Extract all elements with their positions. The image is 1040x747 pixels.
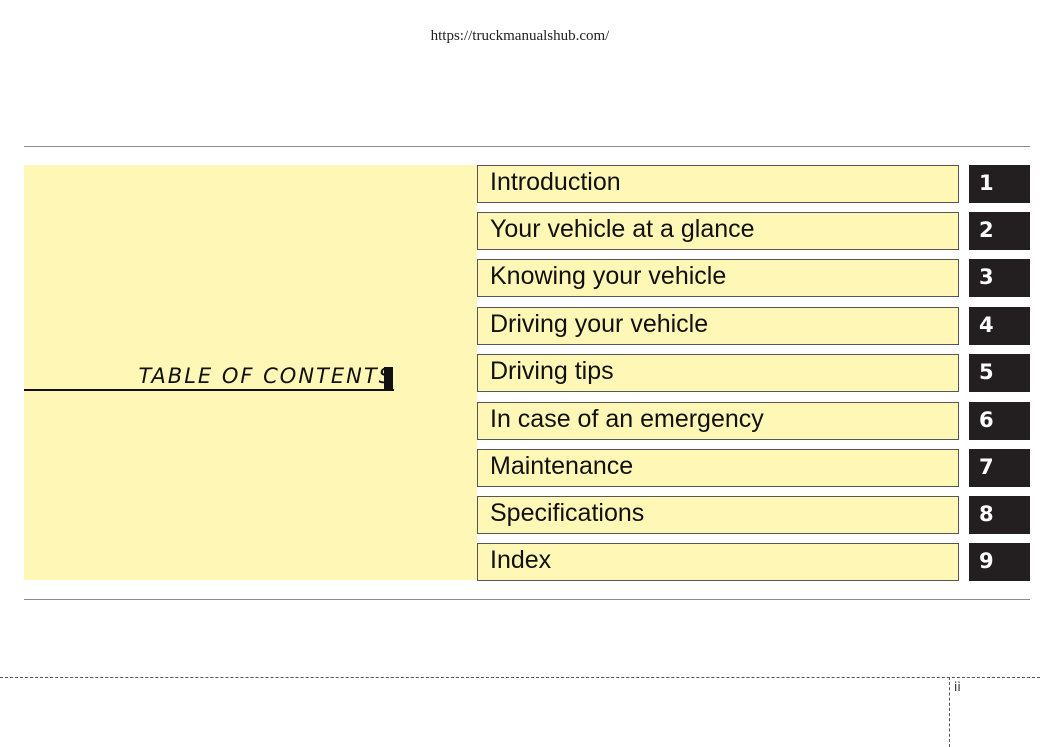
toc-item-box[interactable]: Driving your vehicle: [477, 307, 959, 345]
top-divider: [24, 146, 1030, 147]
toc-item-box[interactable]: Introduction: [477, 165, 959, 203]
toc-item-box[interactable]: Knowing your vehicle: [477, 259, 959, 297]
footer-dashed-separator: [949, 677, 950, 747]
toc-item-box[interactable]: Specifications: [477, 496, 959, 534]
chapter-number: 1: [979, 171, 994, 195]
chapter-tab[interactable]: 9: [969, 543, 1030, 581]
toc-item-introduction[interactable]: Introduction 1: [477, 165, 1030, 203]
chapter-tab[interactable]: 5: [969, 354, 1030, 392]
toc-item-label: In case of an emergency: [490, 405, 764, 433]
chapter-tab[interactable]: 3: [969, 259, 1030, 297]
toc-item-label: Driving your vehicle: [490, 310, 709, 338]
toc-item-label: Your vehicle at a glance: [490, 215, 755, 243]
toc-item-label: Maintenance: [490, 452, 634, 480]
chapter-number: 5: [979, 360, 994, 384]
toc-item-box[interactable]: Index: [477, 543, 959, 581]
toc-item-driving-your-vehicle[interactable]: Driving your vehicle 4: [477, 307, 1030, 345]
toc-heading-underline: TABLE OF CONTENTS: [24, 361, 394, 391]
toc-title-panel: TABLE OF CONTENTS: [24, 165, 477, 580]
chapter-number: 2: [979, 218, 994, 242]
toc-item-driving-tips[interactable]: Driving tips 5: [477, 354, 1030, 392]
toc-item-label: Index: [490, 546, 552, 574]
chapter-number: 6: [979, 408, 994, 432]
chapter-tab[interactable]: 1: [969, 165, 1030, 203]
chapter-tab[interactable]: 2: [969, 212, 1030, 250]
toc-item-box[interactable]: Driving tips: [477, 354, 959, 392]
footer-dashed-line: [0, 677, 1040, 678]
toc-item-label: Specifications: [490, 499, 645, 527]
toc-item-maintenance[interactable]: Maintenance 7: [477, 449, 1030, 487]
chapter-number: 8: [979, 502, 994, 526]
page-number: ii: [954, 680, 961, 694]
toc-item-box[interactable]: Your vehicle at a glance: [477, 212, 959, 250]
chapter-number: 9: [979, 549, 994, 573]
toc-item-label: Knowing your vehicle: [490, 262, 727, 290]
chapter-number: 7: [979, 455, 994, 479]
toc-item-knowing-your-vehicle[interactable]: Knowing your vehicle 3: [477, 259, 1030, 297]
toc-item-box[interactable]: In case of an emergency: [477, 402, 959, 440]
toc-item-index[interactable]: Index 9: [477, 543, 1030, 581]
toc-item-label: Driving tips: [490, 357, 614, 385]
chapter-tab[interactable]: 6: [969, 402, 1030, 440]
chapter-number: 4: [979, 313, 994, 337]
toc-heading-marker: [384, 367, 393, 391]
chapter-tab[interactable]: 4: [969, 307, 1030, 345]
toc-item-label: Introduction: [490, 168, 621, 196]
bottom-divider: [24, 599, 1030, 600]
chapter-number: 3: [979, 265, 994, 289]
toc-list: Introduction 1 Your vehicle at a glance …: [477, 165, 1030, 581]
chapter-tab[interactable]: 7: [969, 449, 1030, 487]
toc-item-specifications[interactable]: Specifications 8: [477, 496, 1030, 534]
toc-item-vehicle-at-a-glance[interactable]: Your vehicle at a glance 2: [477, 212, 1030, 250]
toc-item-emergency[interactable]: In case of an emergency 6: [477, 402, 1030, 440]
toc-heading: TABLE OF CONTENTS: [138, 364, 394, 388]
site-url[interactable]: https://truckmanualshub.com/: [0, 28, 1040, 45]
toc-item-box[interactable]: Maintenance: [477, 449, 959, 487]
chapter-tab[interactable]: 8: [969, 496, 1030, 534]
